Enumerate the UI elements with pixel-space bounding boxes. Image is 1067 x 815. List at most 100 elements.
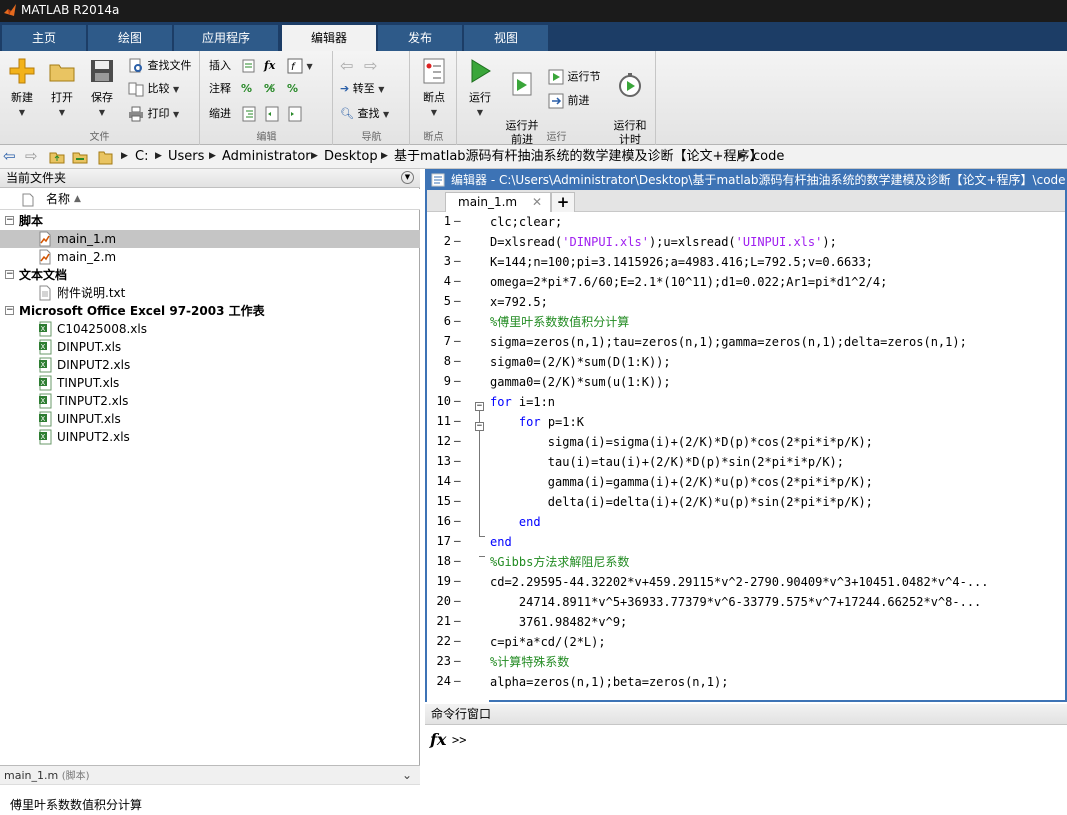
- details-collapse-icon[interactable]: ⌄: [402, 766, 412, 785]
- browse-folder-icon[interactable]: [72, 149, 88, 165]
- breakpoint-marker[interactable]: –: [454, 274, 461, 287]
- breakpoint-marker[interactable]: –: [454, 654, 461, 667]
- command-input-area[interactable]: fx >>: [425, 726, 1067, 815]
- compare-button[interactable]: 比较 ▼: [128, 79, 179, 99]
- breakpoint-marker[interactable]: –: [454, 314, 461, 327]
- crumb-administrator[interactable]: Administrator: [222, 145, 311, 168]
- tab-publish[interactable]: 发布: [378, 25, 462, 51]
- comment-percent-icon[interactable]: %: [241, 79, 252, 99]
- insert-function-button[interactable]: f ▼: [287, 56, 313, 76]
- breakpoint-marker[interactable]: –: [454, 254, 461, 267]
- breakpoint-marker[interactable]: –: [454, 534, 461, 547]
- file-item[interactable]: X UINPUT.xls: [0, 410, 420, 428]
- tab-apps[interactable]: 应用程序: [174, 25, 278, 51]
- wrap-comment-icon[interactable]: %: [287, 79, 298, 99]
- group-scripts[interactable]: − 脚本: [0, 212, 420, 230]
- code-line[interactable]: omega=2*pi*7.6/60;E=2.1*(10^11);d1=0.022…: [490, 272, 887, 292]
- file-item[interactable]: X UINPUT2.xls: [0, 428, 420, 446]
- file-item[interactable]: X TINPUT.xls: [0, 374, 420, 392]
- breakpoint-marker[interactable]: –: [454, 514, 461, 527]
- code-line[interactable]: clc;clear;: [490, 213, 562, 232]
- new-tab-plus-icon[interactable]: +: [551, 192, 575, 212]
- back-arrow-icon[interactable]: ⇦: [340, 56, 353, 76]
- code-line[interactable]: 3761.98482*v^9;: [490, 612, 627, 632]
- breakpoint-marker[interactable]: –: [454, 234, 461, 247]
- file-item[interactable]: main_1.m: [0, 230, 420, 248]
- up-folder-icon[interactable]: [49, 149, 65, 165]
- run-button[interactable]: 运行 ▼: [458, 55, 502, 120]
- breakpoint-marker[interactable]: –: [454, 554, 461, 567]
- name-column-header[interactable]: 名称 ▲: [0, 189, 420, 210]
- code-area[interactable]: 1–2–3–4–5–6–7–8–9–10–11–12–13–14–15–16–1…: [427, 213, 1065, 702]
- fx-icon[interactable]: fx: [264, 56, 275, 76]
- code-line[interactable]: K=144;n=100;pi=3.1415926;a=4983.416;L=79…: [490, 252, 873, 272]
- fold-toggle-icon[interactable]: −: [475, 402, 484, 411]
- print-button[interactable]: 打印 ▼: [128, 104, 179, 124]
- decrease-indent-button[interactable]: [287, 104, 303, 124]
- fx-function-browser-icon[interactable]: fx: [430, 730, 446, 749]
- breakpoint-marker[interactable]: –: [454, 454, 461, 467]
- goto-button[interactable]: ➔ 转至 ▼: [340, 79, 384, 99]
- file-item[interactable]: 附件说明.txt: [0, 284, 420, 302]
- fold-toggle-icon[interactable]: −: [475, 422, 484, 431]
- breakpoint-marker[interactable]: –: [454, 594, 461, 607]
- breakpoints-button[interactable]: 断点 ▼: [412, 55, 456, 120]
- code-line[interactable]: end: [490, 532, 512, 552]
- code-line[interactable]: alpha=zeros(n,1);beta=zeros(n,1);: [490, 672, 728, 692]
- breakpoint-marker[interactable]: –: [454, 434, 461, 447]
- smart-indent-button[interactable]: [241, 104, 257, 124]
- close-tab-icon[interactable]: ✕: [532, 193, 542, 212]
- find-files-button[interactable]: 查找文件: [128, 56, 192, 76]
- code-line[interactable]: tau(i)=tau(i)+(2/K)*D(p)*sin(2*pi*i*p/K)…: [490, 452, 844, 472]
- breakpoint-marker[interactable]: –: [454, 334, 461, 347]
- crumb-users[interactable]: Users: [168, 145, 204, 168]
- breakpoint-marker[interactable]: –: [454, 634, 461, 647]
- forward-nav-icon[interactable]: ⇨: [25, 145, 38, 168]
- crumb-project-folder[interactable]: 基于matlab源码有杆抽油系统的数学建模及诊断【论文+程序】: [394, 145, 762, 168]
- file-item[interactable]: X DINPUT2.xls: [0, 356, 420, 374]
- group-excel[interactable]: − Microsoft Office Excel 97-2003 工作表: [0, 302, 420, 320]
- open-button[interactable]: 打开 ▼: [40, 55, 84, 120]
- tab-editor[interactable]: 编辑器: [282, 25, 376, 51]
- file-item[interactable]: main_2.m: [0, 248, 420, 266]
- breakpoint-marker[interactable]: –: [454, 394, 461, 407]
- save-button[interactable]: 保存 ▼: [80, 55, 124, 120]
- editor-tab-main1[interactable]: main_1.m ✕: [445, 192, 551, 212]
- file-item[interactable]: X TINPUT2.xls: [0, 392, 420, 410]
- breakpoint-marker[interactable]: –: [454, 374, 461, 387]
- increase-indent-button[interactable]: [264, 104, 280, 124]
- group-text-docs[interactable]: − 文本文档: [0, 266, 420, 284]
- crumb-code[interactable]: code: [753, 145, 784, 168]
- code-line[interactable]: %傅里叶系数数值积分计算: [490, 312, 629, 332]
- code-line[interactable]: delta(i)=delta(i)+(2/K)*u(p)*sin(2*pi*i*…: [490, 492, 873, 512]
- new-button[interactable]: 新建 ▼: [0, 55, 44, 120]
- code-line[interactable]: %Gibbs方法求解阻尼系数: [490, 552, 629, 572]
- breakpoint-marker[interactable]: –: [454, 294, 461, 307]
- tab-home[interactable]: 主页: [2, 25, 86, 51]
- tab-plots[interactable]: 绘图: [88, 25, 172, 51]
- file-item[interactable]: X DINPUT.xls: [0, 338, 420, 356]
- collapse-group-icon[interactable]: −: [5, 270, 14, 279]
- code-line[interactable]: sigma=zeros(n,1);tau=zeros(n,1);gamma=ze…: [490, 332, 967, 352]
- code-line[interactable]: gamma0=(2/K)*sum(u(1:K));: [490, 372, 671, 392]
- collapse-group-icon[interactable]: −: [5, 306, 14, 315]
- file-item[interactable]: X C10425008.xls: [0, 320, 420, 338]
- code-line[interactable]: x=792.5;: [490, 292, 548, 312]
- code-line[interactable]: sigma(i)=sigma(i)+(2/K)*D(p)*cos(2*pi*i*…: [490, 432, 873, 452]
- code-line[interactable]: end: [490, 512, 541, 532]
- code-line[interactable]: D=xlsread('DINPUI.xls');u=xlsread('UINPU…: [490, 232, 837, 252]
- advance-button[interactable]: 前进: [548, 91, 590, 111]
- code-line[interactable]: cd=2.29595-44.32202*v+459.29115*v^2-2790…: [490, 572, 989, 592]
- breakpoint-marker[interactable]: –: [454, 574, 461, 587]
- breakpoint-marker[interactable]: –: [454, 674, 461, 687]
- uncomment-icon[interactable]: %̸: [264, 79, 275, 99]
- code-line[interactable]: for p=1:K: [490, 412, 584, 432]
- code-line[interactable]: %计算特殊系数: [490, 652, 569, 672]
- breakpoint-marker[interactable]: –: [454, 474, 461, 487]
- code-line[interactable]: gamma(i)=gamma(i)+(2/K)*u(p)*cos(2*pi*i*…: [490, 472, 873, 492]
- forward-arrow-icon[interactable]: ⇨: [364, 56, 377, 76]
- code-line[interactable]: sigma0=(2/K)*sum(D(1:K));: [490, 352, 671, 372]
- collapse-group-icon[interactable]: −: [5, 216, 14, 225]
- code-line[interactable]: 24714.8911*v^5+36933.77379*v^6-33779.575…: [490, 592, 981, 612]
- run-section-button[interactable]: 运行节: [548, 67, 601, 87]
